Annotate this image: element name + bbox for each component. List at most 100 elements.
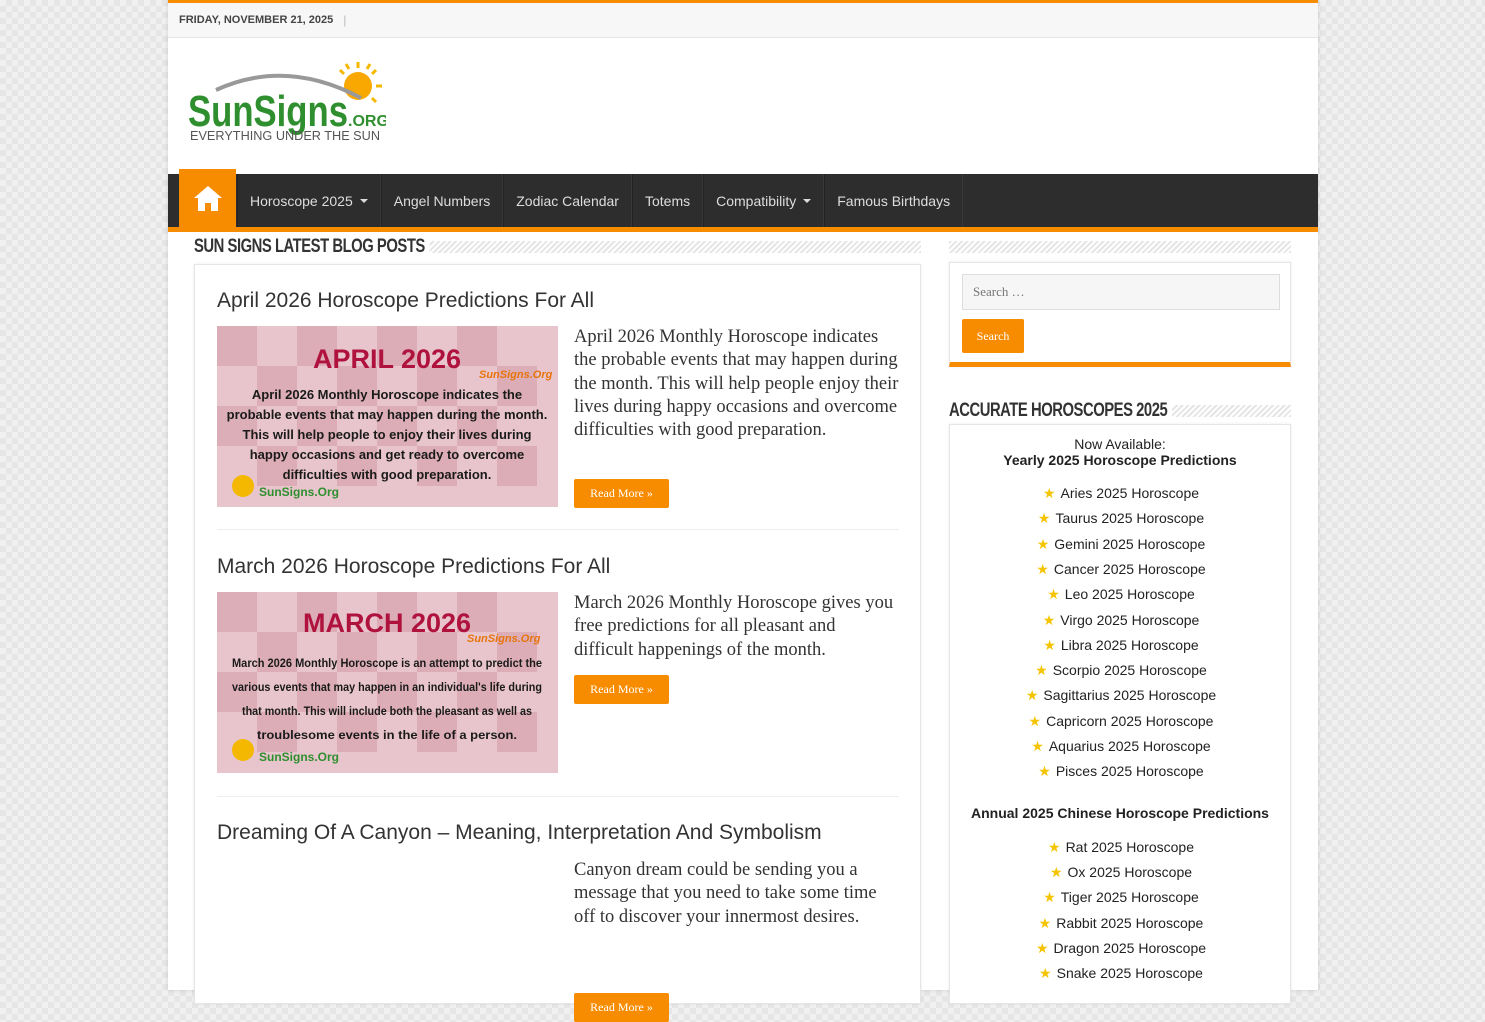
post-excerpt: April 2026 Monthly Horoscope indicates t… bbox=[574, 327, 899, 441]
horoscope-link[interactable]: ★ Cancer 2025 Horoscope bbox=[950, 561, 1292, 578]
nav-item-famous-birthdays[interactable]: Famous Birthdays bbox=[824, 174, 964, 227]
search-widget-header bbox=[949, 236, 1291, 258]
horoscope-link[interactable]: ★ Leo 2025 Horoscope bbox=[950, 586, 1292, 603]
read-more-button[interactable]: Read More » bbox=[574, 675, 669, 704]
nav-item-horoscope-2025[interactable]: Horoscope 2025 bbox=[237, 174, 381, 227]
horoscope-link[interactable]: ★ Dragon 2025 Horoscope bbox=[950, 940, 1292, 957]
horoscope-link-label: Rat 2025 Horoscope bbox=[1065, 839, 1194, 855]
horoscope-link[interactable]: ★ Rabbit 2025 Horoscope bbox=[950, 915, 1292, 932]
star-icon: ★ bbox=[1043, 889, 1056, 906]
horoscope-link-label: Gemini 2025 Horoscope bbox=[1054, 535, 1206, 552]
svg-text:SunSigns.Org: SunSigns.Org bbox=[259, 485, 339, 499]
horoscope-link-label: Sagittarius 2025 Horoscope bbox=[1043, 687, 1217, 704]
horoscope-link-label: Rabbit 2025 Horoscope bbox=[1056, 914, 1204, 931]
top-bar: FRIDAY, NOVEMBER 21, 2025 | bbox=[168, 0, 1318, 38]
horoscope-link[interactable]: ★ Scorpio 2025 Horoscope bbox=[950, 662, 1292, 679]
star-icon: ★ bbox=[1028, 712, 1042, 729]
star-icon: ★ bbox=[1036, 535, 1050, 552]
horoscope-link-label: Ox 2025 Horoscope bbox=[1067, 864, 1193, 881]
search-widget: Search bbox=[949, 262, 1291, 367]
star-icon: ★ bbox=[1042, 611, 1056, 628]
sidebar: Search Accurate Horoscopes 2025 Now Avai… bbox=[949, 236, 1291, 1004]
star-icon: ★ bbox=[1038, 763, 1051, 780]
read-more-button[interactable]: Read More » bbox=[574, 993, 669, 1022]
star-icon: ★ bbox=[1025, 687, 1039, 704]
horoscope-link-label: Aquarius 2025 Horoscope bbox=[1048, 738, 1211, 754]
chinese-title: Annual 2025 Chinese Horoscope Prediction… bbox=[971, 805, 1269, 821]
post-title[interactable]: Dreaming Of A Canyon – Meaning, Interpre… bbox=[217, 821, 899, 845]
horoscope-link[interactable]: ★ Sagittarius 2025 Horoscope bbox=[950, 687, 1292, 704]
star-icon: ★ bbox=[1031, 738, 1044, 754]
sun-logo-icon bbox=[232, 739, 254, 761]
blog-post: Dreaming Of A Canyon – Meaning, Interpre… bbox=[217, 821, 899, 1022]
star-icon: ★ bbox=[1048, 839, 1061, 855]
horoscopes-widget-header: Accurate Horoscopes 2025 bbox=[949, 400, 1291, 422]
post-thumbnail[interactable]: MARCH 2026 SunSigns.Org March 2026 Month… bbox=[217, 592, 558, 773]
horoscope-link[interactable]: ★ Snake 2025 Horoscope bbox=[950, 965, 1292, 982]
title-stripes bbox=[949, 241, 1291, 253]
caret-down-icon bbox=[803, 198, 812, 203]
post-title[interactable]: March 2026 Horoscope Predictions For All bbox=[217, 555, 899, 579]
current-date: FRIDAY, NOVEMBER 21, 2025 bbox=[179, 14, 334, 26]
svg-text:EVERYTHING UNDER THE SUN: EVERYTHING UNDER THE SUN bbox=[190, 128, 380, 143]
horoscope-link-label: Tiger 2025 Horoscope bbox=[1060, 889, 1199, 906]
caret-down-icon bbox=[359, 198, 368, 203]
post-excerpt: Canyon dream could be sending you a mess… bbox=[574, 860, 877, 927]
star-icon: ★ bbox=[1035, 939, 1049, 956]
svg-text:March 2026 Monthly Horoscope i: March 2026 Monthly Horoscope is an attem… bbox=[232, 656, 542, 670]
svg-text:SunSigns.Org: SunSigns.Org bbox=[259, 750, 339, 764]
horoscope-link[interactable]: ★ Gemini 2025 Horoscope bbox=[950, 536, 1292, 553]
home-icon bbox=[193, 186, 222, 211]
nav-item-totems[interactable]: Totems bbox=[631, 174, 704, 227]
star-icon: ★ bbox=[1039, 965, 1052, 981]
horoscopes-widget: Now Available: Yearly 2025 Horoscope Pre… bbox=[949, 424, 1291, 1004]
horoscope-link[interactable]: ★ Virgo 2025 Horoscope bbox=[950, 612, 1292, 629]
star-icon: ★ bbox=[1047, 586, 1060, 603]
horoscope-link-label: Libra 2025 Horoscope bbox=[1060, 636, 1199, 653]
post-divider bbox=[217, 796, 899, 797]
star-icon: ★ bbox=[1035, 662, 1048, 679]
horoscope-link[interactable]: ★ Aries 2025 Horoscope bbox=[950, 485, 1292, 502]
search-input[interactable] bbox=[962, 274, 1280, 310]
horoscope-link-label: Virgo 2025 Horoscope bbox=[1060, 611, 1200, 628]
blog-post: March 2026 Horoscope Predictions For All… bbox=[217, 555, 899, 773]
svg-text:various events that may happen: various events that may happen in an ind… bbox=[232, 680, 542, 694]
home-button[interactable] bbox=[179, 169, 236, 227]
section-title: Sun Signs Latest Blog Posts bbox=[194, 236, 430, 258]
nav-item-angel-numbers[interactable]: Angel Numbers bbox=[380, 174, 504, 227]
post-thumbnail[interactable]: APRIL 2026 SunSigns.Org April 2026 Month… bbox=[217, 326, 558, 507]
horoscope-link[interactable]: ★ Rat 2025 Horoscope bbox=[950, 839, 1292, 856]
svg-text:APRIL 2026: APRIL 2026 bbox=[313, 344, 461, 374]
horoscopes-widget-title: Accurate Horoscopes 2025 bbox=[949, 400, 1172, 422]
nav-menu: Horoscope 2025 Angel Numbers Zodiac Calend… bbox=[237, 174, 964, 227]
site-header: SunSigns .ORG EVERYTHING UNDER THE SUN bbox=[168, 38, 1318, 174]
svg-text:MARCH 2026: MARCH 2026 bbox=[303, 608, 471, 638]
svg-text:difficulties with good prepara: difficulties with good preparation. bbox=[283, 467, 492, 482]
site-logo[interactable]: SunSigns .ORG EVERYTHING UNDER THE SUN bbox=[186, 58, 386, 148]
horoscope-link[interactable]: ★ Capricorn 2025 Horoscope bbox=[950, 713, 1292, 730]
main-nav: Horoscope 2025 Angel Numbers Zodiac Calend… bbox=[168, 169, 1318, 232]
nav-item-compatibility[interactable]: Compatibility bbox=[703, 174, 825, 227]
horoscope-link[interactable]: ★ Taurus 2025 Horoscope bbox=[950, 510, 1292, 527]
post-title[interactable]: April 2026 Horoscope Predictions For All bbox=[217, 289, 899, 313]
horoscope-link[interactable]: ★ Aquarius 2025 Horoscope bbox=[950, 738, 1292, 755]
horoscope-link[interactable]: ★ Pisces 2025 Horoscope bbox=[950, 763, 1292, 780]
svg-text:happy occasions and get ready: happy occasions and get ready to overcom… bbox=[250, 447, 525, 462]
nav-item-zodiac-calendar[interactable]: Zodiac Calendar bbox=[503, 174, 632, 227]
svg-text:troublesome events in the life: troublesome events in the life of a pers… bbox=[257, 728, 517, 742]
post-divider bbox=[217, 529, 899, 530]
horoscope-link-label: Capricorn 2025 Horoscope bbox=[1046, 712, 1214, 729]
svg-text:SunSigns.Org: SunSigns.Org bbox=[467, 633, 541, 645]
nav-item-label: Zodiac Calendar bbox=[516, 192, 619, 209]
main-content: Sun Signs Latest Blog Posts April 2026 H… bbox=[194, 236, 921, 1022]
horoscope-link[interactable]: ★ Libra 2025 Horoscope bbox=[950, 637, 1292, 654]
title-stripes bbox=[419, 241, 921, 253]
horoscope-link[interactable]: ★ Tiger 2025 Horoscope bbox=[950, 889, 1292, 906]
blog-post: April 2026 Horoscope Predictions For All… bbox=[217, 289, 899, 508]
read-more-button[interactable]: Read More » bbox=[574, 479, 669, 508]
horoscope-link[interactable]: ★ Ox 2025 Horoscope bbox=[950, 864, 1292, 881]
star-icon: ★ bbox=[1038, 914, 1052, 931]
post-excerpt: March 2026 Monthly Horoscope gives you f… bbox=[574, 593, 894, 660]
section-header: Sun Signs Latest Blog Posts bbox=[194, 236, 921, 258]
search-button[interactable]: Search bbox=[962, 319, 1024, 353]
